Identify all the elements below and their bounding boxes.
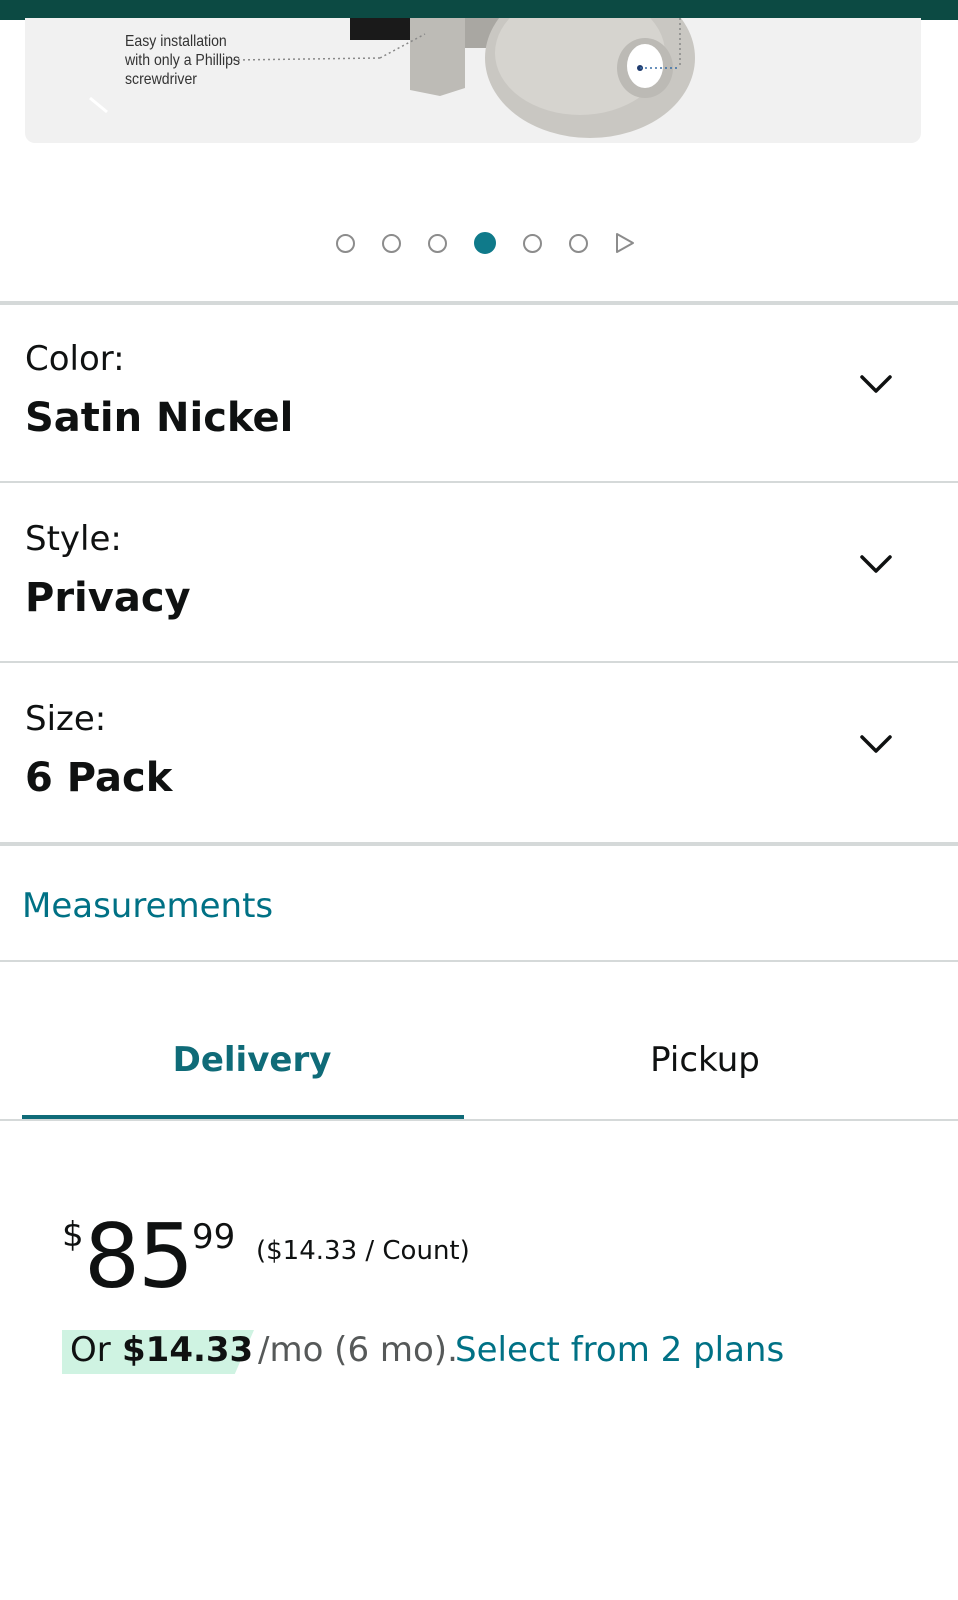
chevron-down-icon[interactable] [856,723,896,763]
option-label: Color: [25,339,125,379]
measurements-link[interactable]: Measurements [22,886,273,926]
tab-delivery[interactable]: Delivery [22,1000,482,1120]
chevron-down-icon[interactable] [856,543,896,583]
option-value: Satin Nickel [25,395,294,441]
caption-line: screwdriver [125,71,197,88]
price-fraction: 99 [192,1217,236,1257]
carousel-dot[interactable] [523,233,542,253]
option-value: Privacy [25,575,191,621]
carousel-dot[interactable] [569,233,588,253]
option-value: 6 Pack [25,755,173,801]
tabs-divider [0,1119,958,1121]
financing-amount: $14.33 [122,1330,254,1370]
carousel-dots [0,230,958,256]
price-whole: 85 [84,1205,194,1308]
caption-line: with only a Phillips [125,52,241,69]
option-size[interactable]: Size: 6 Pack [0,665,958,846]
unit-price: ($14.33 / Count) [256,1236,470,1266]
option-style[interactable]: Style: Privacy [0,485,958,663]
measurements-row: Measurements [0,850,958,962]
select-plans-link[interactable]: Select from 2 plans [455,1330,784,1370]
caption-line: Easy installation [125,33,227,50]
carousel-dot[interactable] [382,233,401,253]
play-triangle-icon[interactable] [612,231,636,255]
image-caption: Easy installation with only a Phillips s… [125,32,257,89]
price-currency-symbol: $ [62,1215,84,1255]
financing-prefix: Or [70,1330,111,1370]
option-label: Size: [25,699,107,739]
carousel-dot[interactable] [336,233,355,253]
option-color[interactable]: Color: Satin Nickel [0,305,958,483]
tab-pickup[interactable]: Pickup [475,1000,935,1120]
product-image[interactable]: Easy installation with only a Phillips s… [25,18,921,143]
carousel-dot-active[interactable] [474,232,496,254]
carousel-dot[interactable] [428,233,447,253]
top-bar [0,0,958,20]
chevron-down-icon[interactable] [856,363,896,403]
financing-term: /mo (6 mo). [258,1330,458,1370]
fulfillment-tabs: Delivery Pickup [0,1000,958,1120]
option-label: Style: [25,519,122,559]
